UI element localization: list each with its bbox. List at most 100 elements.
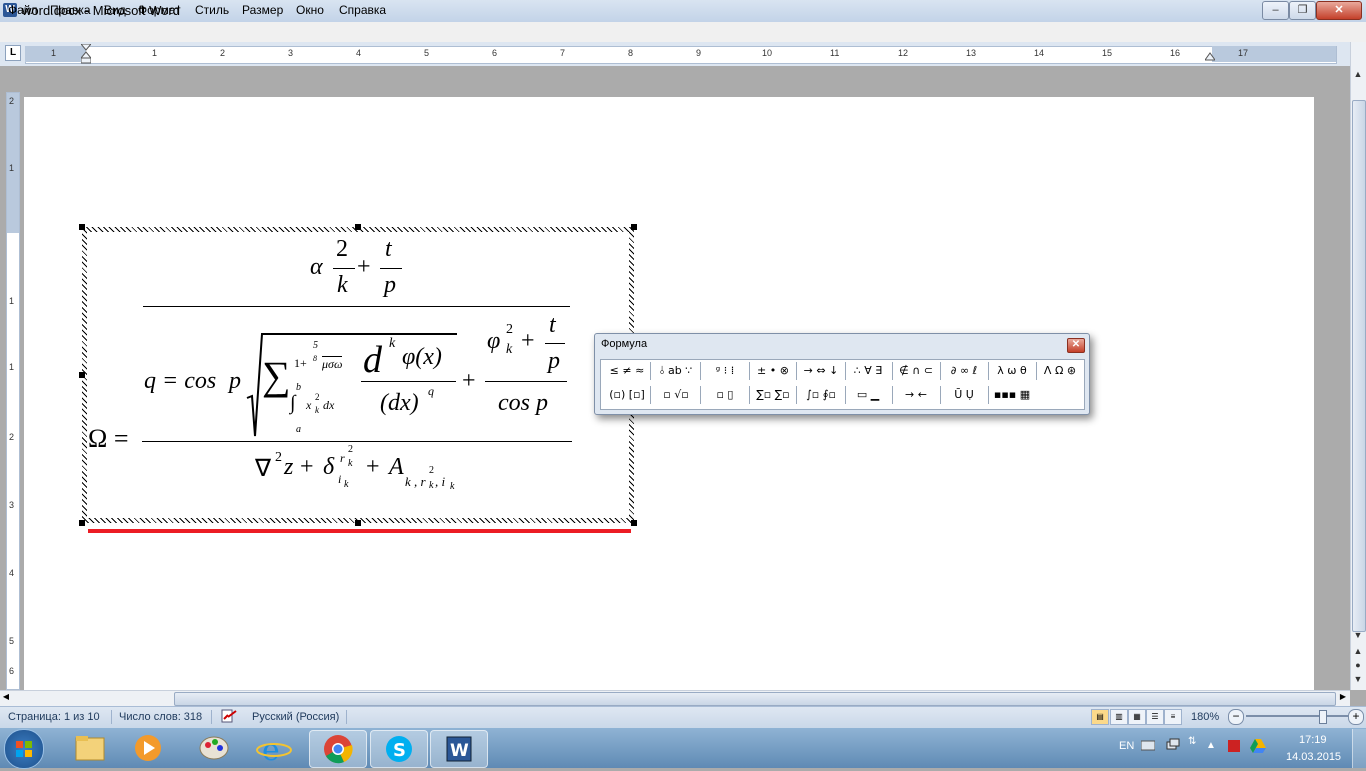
menu-size[interactable]: Размер (242, 3, 283, 17)
operators-button[interactable]: ± • ⊗ (752, 361, 794, 381)
formula-dx-den: (dx) (380, 390, 419, 416)
next-page-icon[interactable]: ▼ (1351, 672, 1365, 686)
spaces-button[interactable]: ⫰ ab ∵ (655, 361, 697, 381)
scroll-down-icon[interactable]: ▼ (1351, 628, 1365, 642)
language-indicator[interactable]: Русский (Россия) (252, 711, 339, 723)
network-icon[interactable] (1166, 738, 1180, 752)
spelling-underline (88, 529, 631, 533)
separator (111, 710, 112, 724)
resize-handle[interactable] (631, 224, 637, 230)
labeled-arrow-button[interactable]: → ← (895, 385, 937, 405)
menu-format[interactable]: Формат (138, 3, 181, 17)
greek-lowercase-button[interactable]: λ ω θ (991, 361, 1033, 381)
menu-style[interactable]: Стиль (195, 3, 229, 17)
zoom-level[interactable]: 180% (1191, 711, 1219, 723)
show-desktop-button[interactable] (1352, 729, 1366, 768)
palette-close-button[interactable]: ✕ (1067, 338, 1085, 353)
separator (845, 386, 846, 404)
google-drive-icon[interactable] (1250, 738, 1266, 754)
menu-help[interactable]: Справка (339, 3, 386, 17)
ruler-number: 7 (560, 48, 566, 58)
horizontal-scroll-thumb[interactable] (174, 692, 1336, 706)
resize-handle[interactable] (79, 224, 85, 230)
zoom-slider[interactable] (1246, 715, 1356, 717)
word-icon[interactable]: W (430, 730, 488, 768)
arrows-button[interactable]: → ⇔ ↓ (799, 361, 843, 381)
minimize-button[interactable]: ‒ (1262, 1, 1289, 20)
zoom-slider-thumb[interactable] (1319, 710, 1327, 724)
show-hidden-icons-icon[interactable]: ▲ (1206, 740, 1216, 751)
fence-templates-button[interactable]: (▫) [▫] (607, 385, 647, 405)
skype-icon[interactable]: S (370, 730, 428, 768)
integral-button[interactable]: ∫▫ ∮▫ (799, 385, 843, 405)
prev-page-icon[interactable]: ▲ (1351, 644, 1365, 658)
set-theory-button[interactable]: ∉ ∩ ⊂ (895, 361, 937, 381)
formula-plus: + (462, 368, 476, 394)
formula-sum: ∑ (262, 353, 291, 398)
matrix-button[interactable]: ▪▪▪ ▦ (991, 385, 1033, 405)
greek-uppercase-button[interactable]: Λ Ω ⊛ (1038, 361, 1082, 381)
resize-handle[interactable] (79, 520, 85, 526)
formula-t: t (385, 236, 392, 262)
vertical-scroll-thumb[interactable] (1352, 100, 1366, 632)
chrome-icon[interactable] (309, 730, 367, 768)
input-language[interactable]: EN (1119, 740, 1134, 752)
relations-button[interactable]: ≤ ≠ ≈ (607, 361, 647, 381)
formula-phi-x: φ(x) (402, 344, 442, 370)
products-button[interactable]: Ū Ụ (943, 385, 985, 405)
fraction-radical-button[interactable]: ▫ √▫ (655, 385, 697, 405)
formula-delta: δ (323, 454, 335, 480)
resize-handle[interactable] (355, 520, 361, 526)
outline-view-icon[interactable]: ☰ (1146, 709, 1164, 725)
word-count[interactable]: Число слов: 318 (119, 711, 202, 723)
formula-p: p (229, 368, 241, 394)
clock-date[interactable]: 14.03.2015 (1286, 751, 1341, 763)
formula-q-sup: q (428, 384, 434, 398)
summation-button[interactable]: ∑▫ ∑▫ (752, 385, 794, 405)
spelling-check-icon[interactable] (220, 709, 238, 723)
script-templates-button[interactable]: ▫ ▯ (704, 385, 746, 405)
underbar-overbar-button[interactable]: ▭ ▁ (847, 385, 889, 405)
start-orb-icon[interactable] (4, 729, 44, 769)
menu-view[interactable]: Вид (104, 3, 126, 17)
resize-handle[interactable] (355, 224, 361, 230)
print-layout-view-icon[interactable]: ▤ (1091, 709, 1109, 725)
clock-time[interactable]: 17:19 (1299, 734, 1327, 746)
menu-window[interactable]: Окно (296, 3, 324, 17)
right-indent-marker-icon[interactable] (1204, 50, 1216, 61)
web-layout-view-icon[interactable]: ▦ (1128, 709, 1146, 725)
notification-icon[interactable]: ⇅ (1188, 736, 1196, 747)
menu-edit[interactable]: Правка (50, 3, 91, 17)
resize-handle[interactable] (79, 372, 85, 378)
full-screen-reading-view-icon[interactable]: ▥ (1110, 709, 1128, 725)
resize-handle[interactable] (631, 520, 637, 526)
internet-explorer-icon[interactable]: e (246, 730, 302, 768)
main-fraction-line (142, 441, 572, 442)
formula-plus: + (521, 328, 535, 354)
explorer-icon[interactable] (62, 730, 118, 766)
zoom-in-button[interactable]: + (1348, 709, 1364, 725)
formula-dx: dx (323, 398, 335, 412)
page-count[interactable]: Страница: 1 из 10 (8, 711, 100, 723)
paint-icon[interactable] (186, 730, 242, 766)
keyboard-icon[interactable] (1140, 739, 1156, 751)
browse-object-icon[interactable]: ● (1351, 658, 1365, 672)
separator (650, 386, 651, 404)
formula-nabla: ∇ (255, 456, 272, 482)
logic-button[interactable]: ∴ ∀ ∃ (847, 361, 889, 381)
scroll-left-icon[interactable]: ◀ (0, 692, 12, 704)
draft-view-icon[interactable]: ≡ (1164, 709, 1182, 725)
media-player-icon[interactable] (120, 730, 176, 766)
indent-marker-icon[interactable] (79, 43, 93, 64)
scroll-up-icon[interactable]: ▲ (1351, 67, 1365, 81)
embellishments-button[interactable]: ᵍ ⁝ ⁞ (704, 361, 746, 381)
maximize-button[interactable]: ❐ (1289, 1, 1316, 20)
security-alert-icon[interactable] (1226, 738, 1242, 754)
close-button[interactable]: ✕ (1316, 1, 1362, 20)
tab-selector[interactable]: L (5, 45, 21, 61)
zoom-out-button[interactable]: − (1228, 709, 1244, 725)
scroll-right-icon[interactable]: ▶ (1337, 692, 1349, 704)
menu-file[interactable]: Файл (8, 3, 38, 17)
vruler-number: 4 (9, 568, 15, 578)
misc-symbols-button[interactable]: ∂ ∞ ℓ (943, 361, 985, 381)
